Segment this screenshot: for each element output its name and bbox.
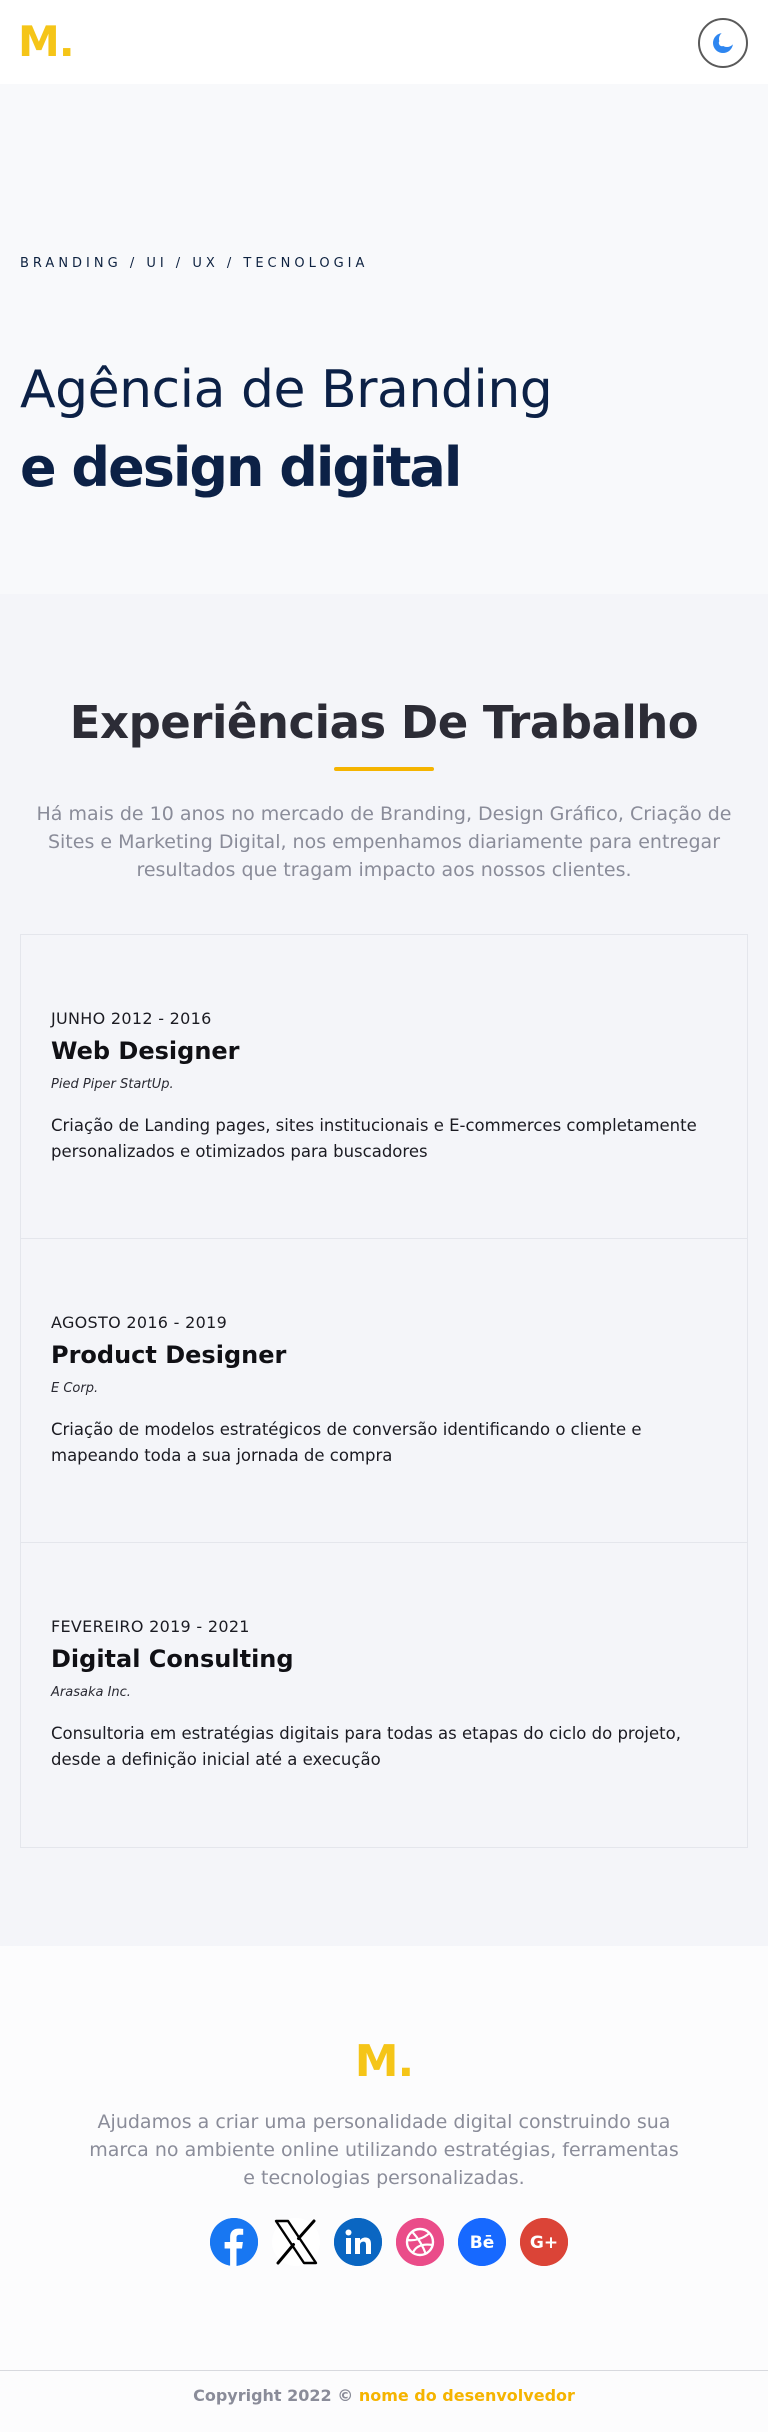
x-link[interactable] <box>272 2218 320 2266</box>
footer-logo[interactable]: M. <box>0 2036 768 2087</box>
site-footer: M. Ajudamos a criar uma personalidade di… <box>0 1946 768 2432</box>
hero-section: BRANDING / UI / UX / TECNOLOGIA Agência … <box>0 84 768 594</box>
experience-company: E Corp. <box>51 1381 99 1396</box>
google-plus-icon: G+ <box>520 2218 568 2266</box>
behance-icon: Bē <box>458 2218 506 2266</box>
theme-toggle-button[interactable] <box>698 18 748 68</box>
footer-description: Ajudamos a criar uma personalidade digit… <box>89 2111 679 2189</box>
experience-list: JUNHO 2012 - 2016 Web Designer Pied Pipe… <box>20 934 748 1848</box>
developer-link[interactable]: nome do desenvolvedor <box>359 2386 575 2405</box>
linkedin-icon <box>334 2218 382 2266</box>
experience-description: Consultoria em estratégias digitais para… <box>51 1724 681 1769</box>
copyright-text: Copyright 2022 © <box>193 2386 354 2405</box>
facebook-icon <box>210 2218 258 2266</box>
hero-tags: BRANDING / UI / UX / TECNOLOGIA <box>20 256 369 271</box>
title-underline <box>334 767 434 771</box>
experience-description: Criação de Landing pages, sites instituc… <box>51 1116 697 1161</box>
social-links: Bē G+ <box>210 2218 568 2266</box>
hero-title-bold: e design digital <box>20 436 462 499</box>
experience-card: JUNHO 2012 - 2016 Web Designer Pied Pipe… <box>21 935 747 1239</box>
site-header: M. <box>0 0 768 84</box>
dribbble-icon <box>396 2218 444 2266</box>
experience-role: Web Designer <box>51 1037 240 1065</box>
google-plus-link[interactable]: G+ <box>520 2218 568 2266</box>
experience-date: FEVEREIRO 2019 - 2021 <box>51 1617 250 1636</box>
experience-intro: Há mais de 10 anos no mercado de Brandin… <box>36 803 732 881</box>
experience-card: AGOSTO 2016 - 2019 Product Designer E Co… <box>21 1239 747 1543</box>
experience-role: Product Designer <box>51 1341 287 1369</box>
experience-date: JUNHO 2012 - 2016 <box>51 1009 212 1028</box>
linkedin-link[interactable] <box>334 2218 382 2266</box>
hero-title: Agência de Branding <box>20 360 553 420</box>
logo[interactable]: M. <box>18 18 75 66</box>
svg-text:G+: G+ <box>530 2233 558 2253</box>
experience-card: FEVEREIRO 2019 - 2021 Digital Consulting… <box>21 1543 747 1847</box>
experience-role: Digital Consulting <box>51 1645 294 1673</box>
svg-text:Bē: Bē <box>470 2233 495 2253</box>
facebook-link[interactable] <box>210 2218 258 2266</box>
dribbble-link[interactable] <box>396 2218 444 2266</box>
experience-date: AGOSTO 2016 - 2019 <box>51 1313 228 1332</box>
experience-company: Arasaka Inc. <box>51 1685 131 1700</box>
experience-description: Criação de modelos estratégicos de conve… <box>51 1420 642 1465</box>
behance-link[interactable]: Bē <box>458 2218 506 2266</box>
copyright: Copyright 2022 © nome do desenvolvedor <box>0 2386 768 2405</box>
experience-title: Experiências De Trabalho <box>69 696 699 749</box>
moon-icon <box>713 31 735 53</box>
footer-divider <box>0 2370 768 2371</box>
experience-section: Experiências De Trabalho Há mais de 10 a… <box>0 594 768 1946</box>
experience-company: Pied Piper StartUp. <box>51 1077 174 1092</box>
x-icon <box>274 2219 318 2265</box>
